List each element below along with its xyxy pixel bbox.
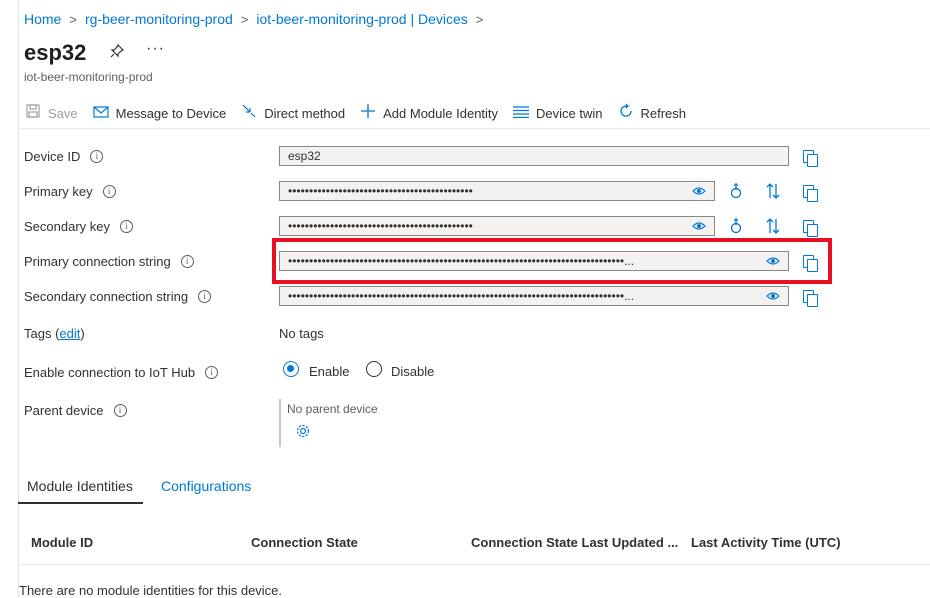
toolbar-divider: [18, 128, 930, 129]
copy-icon[interactable]: [803, 185, 818, 202]
info-icon[interactable]: i: [198, 290, 212, 303]
primary-key-label: Primary key i: [24, 184, 116, 199]
pin-icon[interactable]: [110, 43, 125, 63]
direct-method-icon: [240, 103, 258, 123]
primary-connection-string-label-text: Primary connection string: [24, 254, 171, 269]
info-icon[interactable]: i: [120, 220, 133, 233]
info-icon[interactable]: i: [113, 404, 127, 417]
enable-connection-label: Enable connection to IoT Hub i: [24, 365, 219, 380]
direct-method-label: Direct method: [264, 105, 346, 121]
device-id-label-text: Device ID: [24, 149, 81, 164]
breadcrumb: Home > rg-beer-monitoring-prod > iot-beer-mo…: [24, 11, 491, 27]
list-icon: [512, 105, 530, 122]
refresh-icon: [617, 103, 635, 123]
chevron-right-icon: >: [69, 12, 77, 27]
tags-value: No tags: [279, 326, 324, 341]
more-options-icon[interactable]: ···: [146, 40, 165, 58]
primary-connection-string-label: Primary connection string i: [24, 254, 194, 269]
add-module-identity-label: Add Module Identity: [383, 105, 499, 121]
secondary-connection-string-value: ••••••••••••••••••••••••••••••••••••••••…: [288, 289, 635, 303]
secondary-key-label-text: Secondary key: [24, 219, 110, 234]
breadcrumb-resource-group[interactable]: rg-beer-monitoring-prod: [85, 11, 233, 27]
copy-icon[interactable]: [803, 290, 818, 307]
toolbar: Save Message to Device Direct method Add…: [24, 103, 700, 123]
plus-icon: [359, 104, 377, 122]
mail-icon: [92, 105, 110, 122]
copy-icon[interactable]: [803, 220, 818, 237]
swap-keys-icon[interactable]: [766, 182, 780, 203]
tags-edit-link[interactable]: edit: [59, 326, 80, 341]
swap-keys-icon[interactable]: [766, 217, 780, 238]
secondary-key-value: ••••••••••••••••••••••••••••••••••••••••…: [288, 219, 473, 233]
tab-module-identities[interactable]: Module Identities: [27, 478, 133, 494]
secondary-connection-string-label: Secondary connection string i: [24, 289, 212, 304]
table-header-divider: [18, 564, 930, 565]
chevron-right-icon: >: [475, 12, 484, 27]
enable-connection-label-text: Enable connection to IoT Hub: [24, 365, 196, 380]
secondary-connection-string-field[interactable]: ••••••••••••••••••••••••••••••••••••••••…: [279, 286, 789, 306]
secondary-key-field[interactable]: ••••••••••••••••••••••••••••••••••••••••…: [279, 216, 715, 236]
add-module-identity-button[interactable]: Add Module Identity: [359, 104, 498, 122]
primary-key-value: ••••••••••••••••••••••••••••••••••••••••…: [288, 184, 473, 198]
parent-device-value: No parent device: [287, 402, 378, 416]
breadcrumb-devices[interactable]: iot-beer-monitoring-prod | Devices: [256, 11, 467, 27]
message-to-device-button[interactable]: Message to Device: [92, 105, 227, 122]
refresh-button[interactable]: Refresh: [617, 103, 687, 123]
parent-device-label-text: Parent device: [24, 403, 104, 418]
primary-key-field[interactable]: ••••••••••••••••••••••••••••••••••••••••…: [279, 181, 715, 201]
info-icon[interactable]: i: [102, 185, 116, 198]
disable-radio-label[interactable]: Disable: [391, 364, 434, 379]
parent-device-rule: [279, 399, 281, 447]
column-header-connection-state-updated[interactable]: Connection State Last Updated ...: [471, 535, 678, 550]
secondary-connection-string-label-text: Secondary connection string: [24, 289, 189, 304]
tags-label: Tags (edit): [24, 326, 85, 341]
empty-table-message: There are no module identities for this …: [19, 583, 283, 598]
column-header-connection-state[interactable]: Connection State: [251, 535, 358, 550]
secondary-key-label: Secondary key i: [24, 219, 133, 234]
info-icon[interactable]: i: [90, 150, 104, 163]
save-button[interactable]: Save: [24, 104, 78, 122]
active-tab-indicator: [18, 502, 143, 504]
device-id-value: esp32: [288, 149, 321, 163]
column-header-last-activity[interactable]: Last Activity Time (UTC): [691, 535, 841, 550]
tab-configurations[interactable]: Configurations: [161, 478, 251, 494]
eye-icon[interactable]: [692, 217, 706, 235]
regenerate-key-icon[interactable]: [729, 182, 743, 203]
breadcrumb-home[interactable]: Home: [24, 11, 61, 27]
device-id-label: Device ID i: [24, 149, 104, 164]
save-label: Save: [48, 105, 78, 121]
primary-key-label-text: Primary key: [24, 184, 93, 199]
info-icon[interactable]: i: [205, 366, 219, 379]
tags-label-text: Tags: [24, 326, 52, 341]
refresh-label: Refresh: [640, 105, 687, 121]
device-twin-label: Device twin: [536, 105, 603, 121]
info-icon[interactable]: i: [180, 255, 194, 268]
eye-icon[interactable]: [766, 287, 780, 305]
eye-icon[interactable]: [692, 182, 706, 200]
enable-radio-label[interactable]: Enable: [309, 364, 349, 379]
save-icon: [24, 104, 42, 122]
regenerate-key-icon[interactable]: [729, 217, 743, 238]
device-twin-button[interactable]: Device twin: [512, 105, 603, 122]
parent-device-label: Parent device i: [24, 403, 127, 418]
device-id-field[interactable]: esp32: [279, 146, 789, 166]
chevron-right-icon: >: [240, 12, 249, 27]
disable-radio[interactable]: [366, 361, 382, 377]
direct-method-button[interactable]: Direct method: [240, 103, 345, 123]
enable-radio[interactable]: [283, 361, 299, 377]
column-header-module-id[interactable]: Module ID: [31, 535, 93, 550]
copy-icon[interactable]: [803, 150, 818, 167]
page-subtitle: iot-beer-monitoring-prod: [24, 70, 153, 84]
page-title: esp32: [24, 40, 87, 65]
highlight-box: [272, 238, 832, 284]
gear-icon[interactable]: [295, 423, 311, 442]
message-to-device-label: Message to Device: [115, 105, 227, 121]
left-divider: [18, 0, 19, 597]
